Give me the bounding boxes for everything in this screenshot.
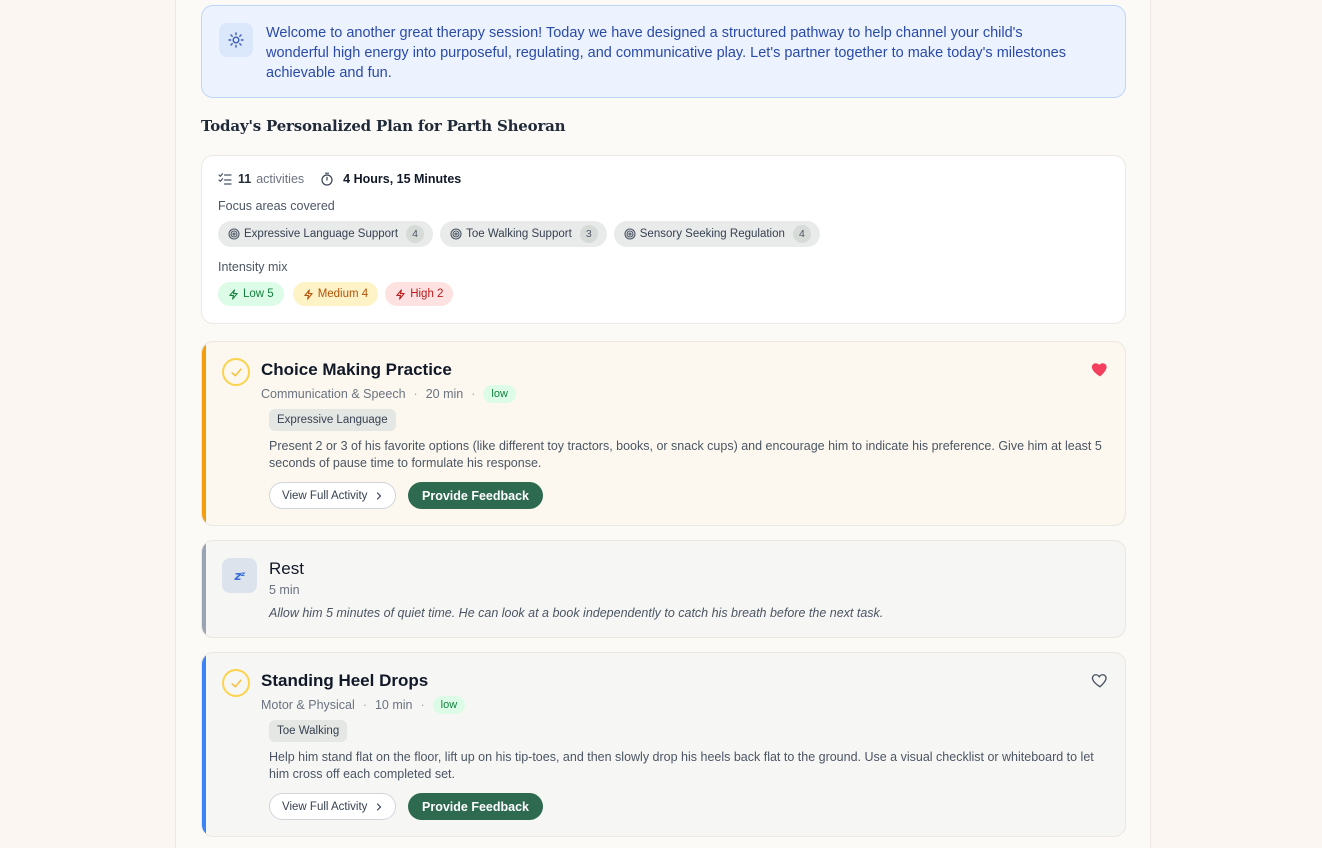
activity-title: Standing Heel Drops <box>261 671 429 690</box>
intensity-badge: low <box>432 696 466 714</box>
intensity-badge: low <box>483 385 516 403</box>
complete-check-button[interactable] <box>222 358 250 386</box>
provide-feedback-button[interactable]: Provide Feedback <box>408 482 543 509</box>
checklist-icon <box>218 172 232 186</box>
separator: · <box>362 698 367 712</box>
focus-chip-sensory-seeking[interactable]: Sensory Seeking Regulation 4 <box>613 221 820 247</box>
plan-summary-card: 11 activities 4 Hours, 15 Minutes Focus … <box>201 155 1126 324</box>
lightning-icon <box>228 288 239 300</box>
activity-accent-bar <box>202 653 206 836</box>
favorite-heart-icon[interactable] <box>1091 360 1109 378</box>
plan-title: Today's Personalized Plan for Parth Sheo… <box>201 117 566 135</box>
view-full-activity-label: View Full Activity <box>282 489 368 502</box>
chevron-right-icon <box>375 802 383 811</box>
activity-duration: 20 min <box>425 387 464 401</box>
lightning-icon <box>395 288 406 300</box>
welcome-message: Welcome to another great therapy session… <box>266 25 1066 81</box>
focus-chip-expressive-language[interactable]: Expressive Language Support 4 <box>218 221 434 247</box>
activity-tag: Toe Walking <box>269 720 348 742</box>
intensity-chip-low: Low 5 <box>218 282 284 306</box>
separator: · <box>420 698 425 712</box>
intensity-chip-label: Medium 4 <box>317 288 369 300</box>
activity-card: Choice Making Practice Communication & S… <box>201 341 1126 526</box>
check-icon <box>230 678 242 688</box>
stopwatch-icon <box>320 172 334 186</box>
activity-accent-bar <box>202 342 206 525</box>
rest-card: zᶻ Rest 5 min Allow him 5 minutes of qui… <box>201 540 1126 638</box>
focus-area-list: Expressive Language Support 4 Toe Walkin… <box>218 221 820 247</box>
rest-note: Allow him 5 minutes of quiet time. He ca… <box>269 606 884 620</box>
activity-category: Motor & Physical <box>261 698 355 712</box>
activity-meta: Motor & Physical · 10 min · low <box>261 696 466 714</box>
check-icon <box>230 367 242 377</box>
view-full-activity-button[interactable]: View Full Activity <box>269 793 397 820</box>
activity-description: Help him stand flat on the floor, lift u… <box>269 750 1094 781</box>
separator: · <box>471 387 476 401</box>
focus-chip-toe-walking[interactable]: Toe Walking Support 3 <box>440 221 607 247</box>
activity-title: Choice Making Practice <box>261 360 452 379</box>
focus-chip-count: 4 <box>792 225 811 243</box>
activity-count: 11 <box>238 172 252 186</box>
focus-areas-label: Focus areas covered <box>218 199 335 213</box>
focus-chip-label: Sensory Seeking Regulation <box>639 228 785 240</box>
focus-chip-label: Expressive Language Support <box>244 228 399 240</box>
chevron-right-icon <box>375 491 383 500</box>
focus-chip-count: 4 <box>406 225 425 243</box>
activity-category: Communication & Speech <box>261 387 406 401</box>
focus-chip-label: Toe Walking Support <box>466 228 572 240</box>
provide-feedback-button[interactable]: Provide Feedback <box>408 793 543 820</box>
target-icon <box>624 228 636 240</box>
welcome-banner: Welcome to another great therapy session… <box>201 5 1126 98</box>
activity-tag: Expressive Language <box>269 409 396 431</box>
main-column: Welcome to another great therapy session… <box>175 0 1151 848</box>
intensity-chip-label: Low 5 <box>243 288 274 300</box>
rest-accent-bar <box>202 541 206 637</box>
rest-duration: 5 min <box>269 583 300 597</box>
focus-chip-count: 3 <box>579 225 598 243</box>
intensity-list: Low 5 Medium 4 High 2 <box>218 282 454 306</box>
plan-stats: 11 activities 4 Hours, 15 Minutes <box>218 172 461 186</box>
sun-icon <box>219 23 253 57</box>
activity-card: Standing Heel Drops Motor & Physical · 1… <box>201 652 1126 837</box>
plan-duration: 4 Hours, 15 Minutes <box>343 172 462 186</box>
intensity-chip-label: High 2 <box>410 288 444 300</box>
favorite-heart-icon[interactable] <box>1091 671 1109 689</box>
lightning-icon <box>303 288 314 300</box>
rest-title: Rest <box>269 559 304 578</box>
target-icon <box>228 228 240 240</box>
target-icon <box>450 228 462 240</box>
activity-count-label: activities <box>256 172 305 186</box>
activity-meta: Communication & Speech · 20 min · low <box>261 385 516 403</box>
intensity-mix-label: Intensity mix <box>218 260 288 274</box>
zzz-icon: zᶻ <box>222 558 257 593</box>
activity-description: Present 2 or 3 of his favorite options (… <box>269 439 1102 470</box>
activity-duration: 10 min <box>374 698 413 712</box>
intensity-chip-medium: Medium 4 <box>292 282 379 306</box>
view-full-activity-button[interactable]: View Full Activity <box>269 482 397 509</box>
complete-check-button[interactable] <box>222 669 250 697</box>
view-full-activity-label: View Full Activity <box>282 800 368 813</box>
intensity-chip-high: High 2 <box>385 282 454 306</box>
separator: · <box>413 387 418 401</box>
